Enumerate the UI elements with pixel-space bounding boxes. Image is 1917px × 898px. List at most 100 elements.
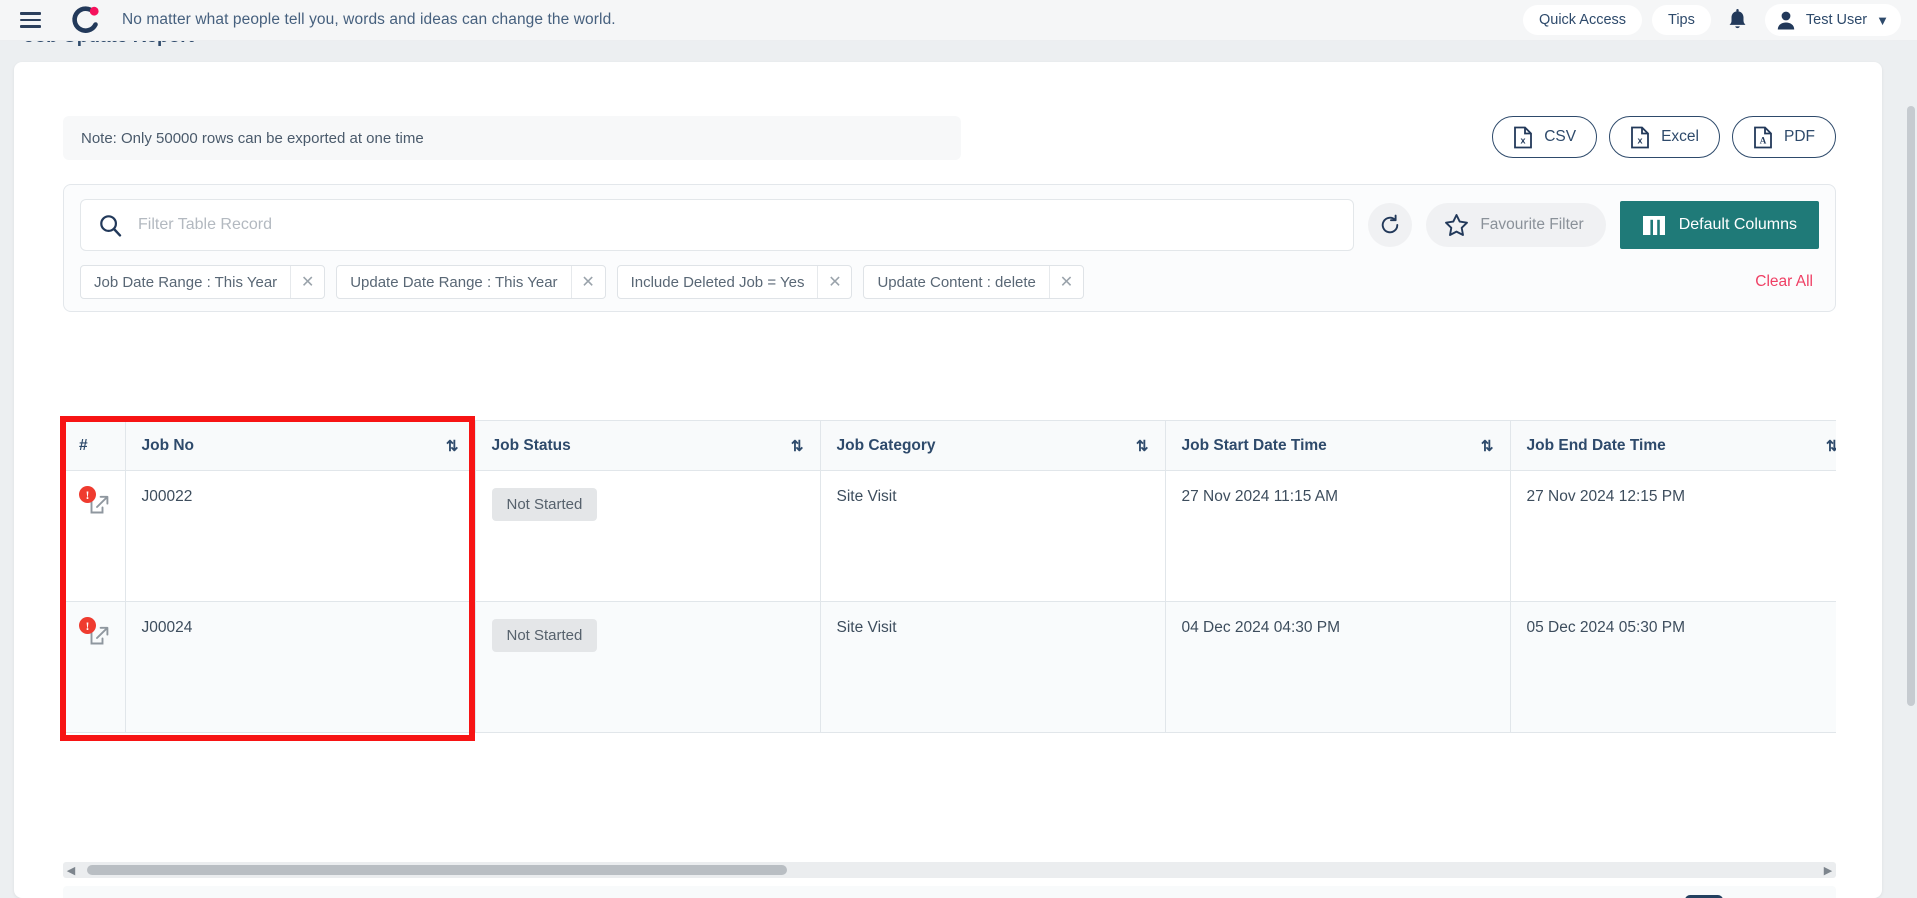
filter-toolbar-panel: Favourite Filter Default Columns Job Dat… <box>63 184 1836 312</box>
active-filter-chips: Job Date Range : This Year ✕ Update Date… <box>80 265 1819 299</box>
column-label: Job End Date Time <box>1526 436 1666 454</box>
user-menu[interactable]: Test User ▼ <box>1764 4 1901 36</box>
export-csv-label: CSV <box>1544 128 1577 145</box>
table-body: ! J00022 Not Started Site Visit 27 Nov 2… <box>63 470 1836 733</box>
column-header-job-status[interactable]: Job Status ⇅ <box>475 420 821 471</box>
user-avatar-icon <box>1777 11 1795 30</box>
sort-icon[interactable]: ⇅ <box>1826 437 1836 455</box>
svg-text:x: x <box>1521 135 1526 145</box>
scroll-left-arrow-icon[interactable]: ◀ <box>63 864 79 877</box>
cell-job-no: J00024 <box>125 601 476 733</box>
column-label: Job Category <box>836 436 936 454</box>
column-header-job-no[interactable]: Job No ⇅ <box>125 420 476 471</box>
columns-icon <box>1642 215 1665 235</box>
report-card: Note: Only 50000 rows can be exported at… <box>14 62 1882 898</box>
scrollbar-track[interactable] <box>79 865 1820 875</box>
refresh-table-button[interactable] <box>1368 203 1413 247</box>
filter-chip-label: Job Date Range : This Year <box>94 273 278 291</box>
filter-chip[interactable]: Update Date Range : This Year ✕ <box>336 265 606 299</box>
table-horizontal-scrollbar[interactable]: ◀ ▶ <box>63 862 1836 878</box>
row-action-icons: ! <box>79 617 113 653</box>
close-icon[interactable]: ✕ <box>290 266 324 298</box>
search-icon <box>100 214 122 237</box>
export-excel-button[interactable]: x Excel <box>1609 116 1720 158</box>
cell-job-status: Not Started <box>475 470 821 602</box>
page-scrollbar-thumb[interactable] <box>1907 106 1915 706</box>
top-navigation-bar: No matter what people tell you, words an… <box>0 0 1917 41</box>
cell-job-start: 27 Nov 2024 11:15 AM <box>1165 470 1511 602</box>
search-input[interactable] <box>138 216 1336 234</box>
cell-job-end: 05 Dec 2024 05:30 PM <box>1510 601 1836 733</box>
filter-chip[interactable]: Update Content : delete ✕ <box>863 265 1084 299</box>
export-pdf-label: PDF <box>1784 128 1815 145</box>
table-row: ! J00024 Not Started Site Visit 04 Dec 2… <box>63 601 1836 733</box>
search-row: Favourite Filter Default Columns <box>80 199 1819 251</box>
quick-access-button[interactable]: Quick Access <box>1522 5 1643 35</box>
svg-text:x: x <box>1638 135 1643 145</box>
brand-logo-icon[interactable] <box>70 5 100 35</box>
filter-chip-label: Include Deleted Job = Yes <box>630 273 805 291</box>
sort-icon[interactable]: ⇅ <box>1136 437 1149 455</box>
cell-job-start: 04 Dec 2024 04:30 PM <box>1165 601 1511 733</box>
user-name-label: Test User <box>1805 12 1868 28</box>
search-container <box>80 199 1355 251</box>
cell-job-category: Site Visit <box>820 601 1166 733</box>
table-footer: Showing 1 to 2 of 2 « ‹ 1 › » <box>63 886 1836 898</box>
favourite-filter-button[interactable]: Favourite Filter <box>1426 203 1606 247</box>
export-excel-label: Excel <box>1661 128 1699 145</box>
scroll-right-arrow-icon[interactable]: ▶ <box>1820 864 1836 877</box>
table-header: # Job No ⇅ Job Status ⇅ Job Category ⇅ J… <box>63 420 1836 471</box>
filter-chip[interactable]: Job Date Range : This Year ✕ <box>80 265 326 299</box>
column-header-job-end[interactable]: Job End Date Time ⇅ <box>1510 420 1836 471</box>
error-badge-icon: ! <box>79 617 96 634</box>
favourite-filter-label: Favourite Filter <box>1480 216 1584 233</box>
export-pdf-button[interactable]: A PDF <box>1732 116 1836 158</box>
data-table-container: # Job No ⇅ Job Status ⇅ Job Category ⇅ J… <box>63 420 1836 742</box>
clear-all-filters-button[interactable]: Clear All <box>1755 273 1819 291</box>
row-actions-cell: ! <box>63 601 126 733</box>
table-header-row: # Job No ⇅ Job Status ⇅ Job Category ⇅ J… <box>63 420 1836 471</box>
sort-icon[interactable]: ⇅ <box>791 437 804 455</box>
sort-icon[interactable]: ⇅ <box>446 437 459 455</box>
column-label: Job No <box>141 436 195 454</box>
scrollbar-thumb[interactable] <box>87 865 787 875</box>
row-action-icons: ! <box>79 486 113 522</box>
column-label: Job Start Date Time <box>1181 436 1327 454</box>
export-note: Note: Only 50000 rows can be exported at… <box>63 116 961 160</box>
chevron-down-icon: ▼ <box>1876 12 1889 28</box>
close-icon[interactable]: ✕ <box>1048 266 1083 298</box>
note-and-export-row: Note: Only 50000 rows can be exported at… <box>63 116 1836 160</box>
column-header-job-category[interactable]: Job Category ⇅ <box>820 420 1166 471</box>
file-excel-icon: x <box>1631 126 1649 148</box>
cell-job-no: J00022 <box>125 470 476 602</box>
status-badge: Not Started <box>491 619 598 652</box>
export-csv-button[interactable]: x CSV <box>1492 116 1598 158</box>
close-icon[interactable]: ✕ <box>817 266 851 298</box>
export-button-group: x CSV x Excel A PDF <box>1492 116 1836 158</box>
column-header-job-start[interactable]: Job Start Date Time ⇅ <box>1165 420 1511 471</box>
column-label: Job Status <box>491 436 571 454</box>
filter-chip-label: Update Date Range : This Year <box>350 273 558 291</box>
file-csv-icon: x <box>1514 126 1533 148</box>
close-icon[interactable]: ✕ <box>570 266 605 298</box>
sort-icon[interactable]: ⇅ <box>1481 437 1494 455</box>
column-label: # <box>79 436 88 454</box>
cell-job-end: 27 Nov 2024 12:15 PM <box>1510 470 1836 602</box>
bell-icon[interactable] <box>1721 3 1755 37</box>
filter-chip[interactable]: Include Deleted Job = Yes ✕ <box>616 265 853 299</box>
filter-chip-label: Update Content : delete <box>877 273 1036 291</box>
file-pdf-icon: A <box>1754 126 1772 148</box>
column-header-index: # <box>63 420 126 471</box>
status-badge: Not Started <box>491 488 598 521</box>
default-columns-label: Default Columns <box>1678 216 1797 233</box>
tagline-text: No matter what people tell you, words an… <box>122 11 616 28</box>
page-vertical-scrollbar[interactable] <box>1905 44 1915 896</box>
hamburger-menu-icon[interactable] <box>14 4 46 36</box>
error-badge-icon: ! <box>79 486 96 503</box>
star-icon <box>1445 214 1469 236</box>
table-row: ! J00022 Not Started Site Visit 27 Nov 2… <box>63 470 1836 602</box>
tips-button[interactable]: Tips <box>1652 5 1711 35</box>
default-columns-button[interactable]: Default Columns <box>1619 201 1819 249</box>
svg-text:A: A <box>1760 135 1767 145</box>
refresh-icon <box>1382 214 1399 234</box>
